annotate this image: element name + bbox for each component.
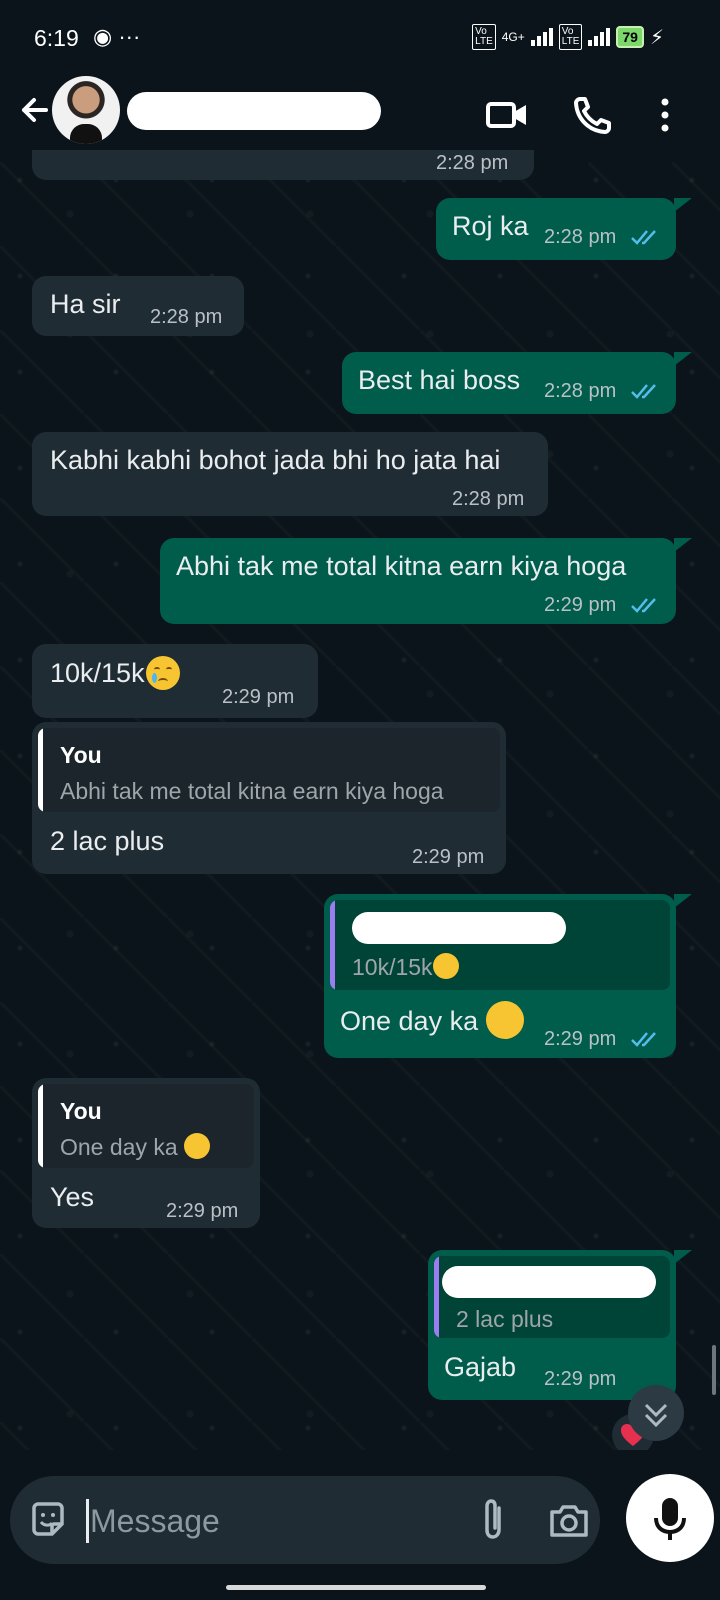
bubble-tail bbox=[674, 894, 692, 908]
quoted-message[interactable]: You One day ka bbox=[38, 1084, 254, 1168]
message-time: 2:29 pm bbox=[544, 594, 617, 616]
message-bubble-outgoing[interactable]: Abhi tak me total kitna earn kiya hoga 2… bbox=[160, 538, 676, 624]
message-bubble-incoming[interactable]: Kabhi kabhi bohot jada bhi ho jata hai 2… bbox=[32, 432, 548, 516]
message-time: 2:29 pm bbox=[222, 686, 295, 708]
message-time: 2:29 pm bbox=[544, 1028, 617, 1050]
message-text: Gajab bbox=[444, 1352, 517, 1382]
quote-bar bbox=[434, 1256, 439, 1338]
status-bar: 6:19 ◉ ··· Vo LTE 4G+ Vo LTE 79 ⚡ bbox=[0, 0, 720, 74]
double-check-icon bbox=[631, 598, 656, 613]
smiling-face-emoji bbox=[485, 1001, 524, 1039]
network-type: 4G+ bbox=[501, 30, 525, 44]
camera-icon[interactable] bbox=[548, 1502, 590, 1540]
signal-icon bbox=[588, 28, 611, 46]
microphone-icon bbox=[654, 1498, 686, 1540]
quote-bar bbox=[38, 1084, 43, 1168]
message-text: Yes bbox=[50, 1182, 95, 1212]
message-bubble-outgoing[interactable]: Roj ka 2:28 pm bbox=[436, 198, 676, 260]
message-text: 2 lac plus bbox=[50, 826, 165, 856]
message-bubble-outgoing[interactable]: Best hai boss 2:28 pm bbox=[342, 352, 676, 414]
more-vertical-icon[interactable] bbox=[642, 92, 688, 138]
home-indicator bbox=[226, 1585, 486, 1590]
message-text-value: One day ka bbox=[340, 1006, 479, 1037]
quote-bar bbox=[38, 728, 43, 812]
double-chevron-down-icon bbox=[644, 1403, 668, 1428]
quote-text: Abhi tak me total kitna earn kiya hoga bbox=[60, 778, 444, 804]
phone-icon[interactable] bbox=[570, 92, 616, 138]
arrow-left-icon[interactable] bbox=[12, 88, 56, 132]
double-check-icon bbox=[631, 1032, 656, 1047]
quoted-message[interactable]: 10k/15k bbox=[330, 900, 670, 990]
message-bubble-incoming-reply[interactable]: You Abhi tak me total kitna earn kiya ho… bbox=[32, 722, 506, 874]
battery-icon: 79 bbox=[616, 26, 644, 48]
quote-bar bbox=[330, 900, 335, 990]
quote-text: One day ka bbox=[60, 1132, 211, 1162]
quote-author: You bbox=[60, 742, 102, 768]
quote-author-redacted bbox=[352, 912, 566, 944]
quote-text-value: One day ka bbox=[60, 1134, 178, 1160]
message-time: 2:29 pm bbox=[166, 1200, 239, 1222]
volte-icon: Vo LTE bbox=[558, 24, 583, 50]
message-bubble-outgoing-reply[interactable]: 2 lac plus Gajab 2:29 pm bbox=[428, 1250, 676, 1400]
message-text: Kabhi kabhi bohot jada bhi ho jata hai bbox=[50, 445, 501, 475]
message-bubble-incoming[interactable]: Ha sir 2:28 pm bbox=[32, 276, 244, 336]
bubble-tail bbox=[674, 538, 692, 552]
message-time: 2:28 pm bbox=[544, 226, 617, 248]
double-check-icon bbox=[631, 230, 656, 245]
message-bubble-outgoing-reply[interactable]: 10k/15k One day ka 2:29 pm bbox=[324, 894, 676, 1058]
avatar[interactable] bbox=[52, 76, 120, 144]
volte-icon: Vo LTE bbox=[472, 24, 496, 50]
message-time: 2:28 pm bbox=[436, 152, 509, 174]
message-input[interactable] bbox=[88, 1497, 422, 1545]
message-time: 2:29 pm bbox=[412, 846, 485, 868]
message-text: Abhi tak me total kitna earn kiya hoga bbox=[176, 551, 627, 581]
quoted-message[interactable]: You Abhi tak me total kitna earn kiya ho… bbox=[38, 728, 500, 812]
message-text: Ha sir bbox=[50, 289, 121, 319]
message-time: 2:28 pm bbox=[150, 306, 223, 328]
voice-record-button[interactable] bbox=[626, 1474, 714, 1562]
bubble-tail bbox=[674, 1250, 692, 1264]
quote-text: 2 lac plus bbox=[456, 1306, 554, 1332]
crying-face-emoji bbox=[432, 952, 459, 979]
status-right-icons: Vo LTE 4G+ Vo LTE 79 ⚡ bbox=[472, 24, 664, 50]
message-text-value: 10k/15k bbox=[50, 658, 145, 689]
crying-face-emoji bbox=[145, 656, 180, 690]
bubble-tail bbox=[674, 198, 692, 212]
paperclip-icon[interactable] bbox=[477, 1498, 509, 1542]
quoted-message[interactable]: 2 lac plus bbox=[434, 1256, 670, 1338]
message-time: 2:28 pm bbox=[452, 488, 525, 510]
message-bubble-incoming[interactable]: 10k/15k 2:29 pm bbox=[32, 644, 318, 718]
more-dots-icon: ··· bbox=[118, 24, 141, 49]
quote-text-value: 10k/15k bbox=[352, 954, 433, 980]
message-text: 10k/15k bbox=[50, 656, 180, 692]
sticker-smiley-icon[interactable] bbox=[28, 1500, 68, 1540]
quote-author: You bbox=[60, 1098, 102, 1124]
scroll-to-bottom-button[interactable] bbox=[628, 1385, 684, 1441]
message-text: Best hai boss bbox=[358, 365, 521, 395]
charging-icon: ⚡ bbox=[649, 26, 664, 49]
signal-icon bbox=[530, 28, 553, 46]
double-check-icon bbox=[631, 384, 656, 399]
contact-name-redacted[interactable] bbox=[127, 92, 381, 130]
quote-author-redacted bbox=[442, 1266, 656, 1298]
quote-text: 10k/15k bbox=[352, 952, 459, 982]
message-time: 2:29 pm bbox=[544, 1368, 617, 1390]
status-notification-icons: ◉ ··· bbox=[93, 24, 140, 50]
message-text: Roj ka bbox=[452, 211, 529, 241]
whatsapp-icon: ◉ bbox=[93, 24, 113, 49]
message-text: One day ka bbox=[340, 1001, 524, 1042]
scrollbar[interactable] bbox=[712, 1345, 716, 1395]
bubble-tail bbox=[674, 352, 692, 366]
message-bubble-incoming-reply[interactable]: You One day ka Yes 2:29 pm bbox=[32, 1078, 260, 1228]
message-time: 2:28 pm bbox=[544, 380, 617, 402]
smiling-face-emoji bbox=[184, 1132, 211, 1159]
video-camera-icon[interactable] bbox=[484, 92, 530, 138]
message-bubble-partial[interactable]: 2:28 pm bbox=[32, 150, 534, 180]
status-time: 6:19 bbox=[34, 25, 79, 51]
